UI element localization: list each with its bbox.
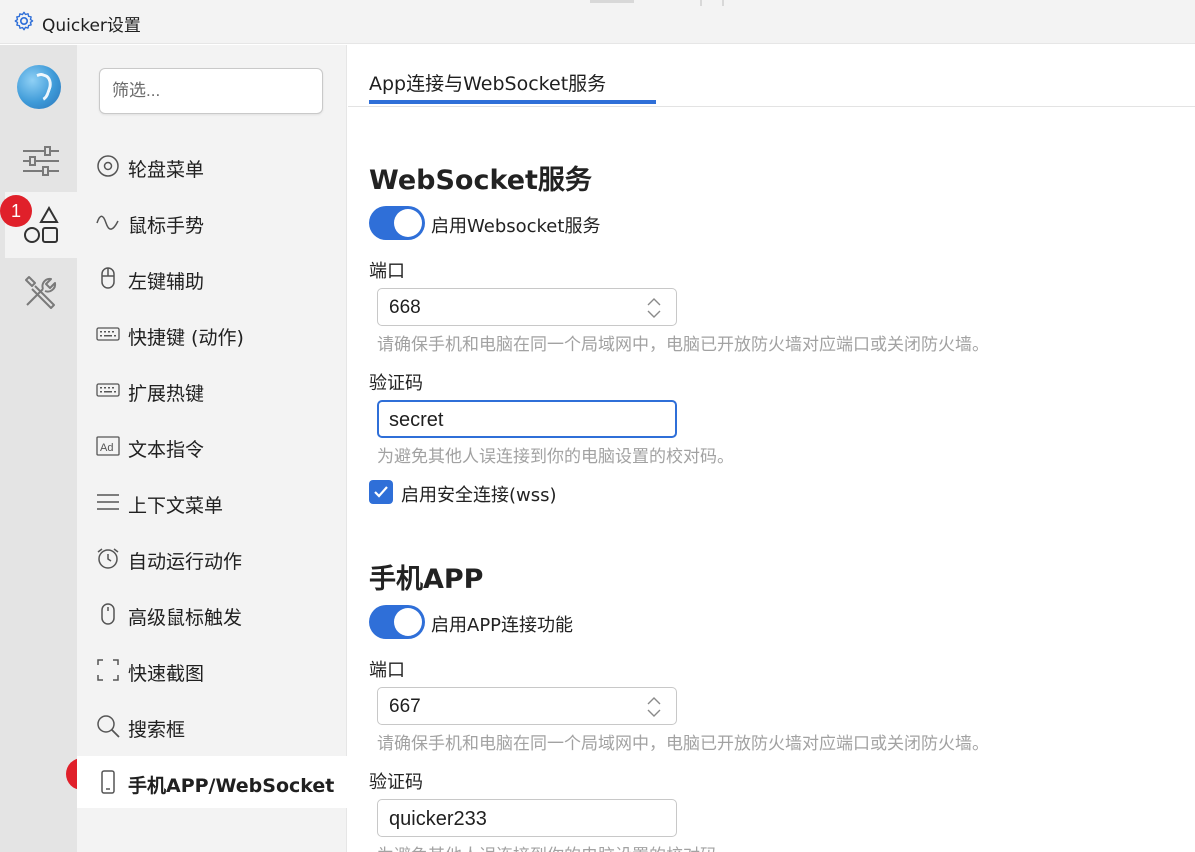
icon-rail — [0, 45, 77, 852]
rail-tools-button[interactable] — [5, 258, 77, 324]
websocket-toggle-label: 启用Websocket服务 — [431, 216, 601, 237]
websocket-port-stepper[interactable]: 668 — [377, 288, 677, 326]
filter-input[interactable] — [99, 68, 323, 114]
mobile-app-code-value: quicker233 — [389, 808, 487, 830]
nav-item-label: 快速截图 — [128, 663, 205, 685]
nav-item-advanced-mouse[interactable]: 高级鼠标触发 — [77, 590, 347, 638]
background-window-edge — [590, 0, 634, 3]
mobile-app-heading: 手机APP — [369, 564, 484, 595]
checkmark-icon — [374, 486, 388, 498]
secure-connection-label: 启用安全连接(wss) — [401, 485, 557, 506]
nav-item-hotkey-action[interactable]: 快捷键 (动作) — [77, 310, 347, 358]
title-bar: Quicker设置 — [0, 0, 1195, 44]
radio-circle-icon — [97, 155, 119, 177]
mobile-app-code-hint: 为避免其他人误连接到你的电脑设置的校对码。 — [377, 841, 734, 852]
websocket-port-hint: 请确保手机和电脑在同一个局域网中，电脑已开放防火墙对应端口或关闭防火墙。 — [377, 335, 989, 355]
nav-item-label: 搜索框 — [128, 719, 186, 741]
window-title: Quicker设置 — [42, 16, 141, 36]
spinner-arrows-icon[interactable] — [646, 294, 662, 322]
annotation-badge-1: 1 — [0, 195, 32, 227]
nav-item-text-command[interactable]: Ad 文本指令 — [77, 422, 347, 470]
nav-item-label: 手机APP/WebSocket — [128, 775, 335, 797]
mobile-app-port-value: 667 — [389, 696, 421, 717]
nav-item-mobile-app-websocket[interactable]: 手机APP/WebSocket — [77, 756, 347, 808]
websocket-code-input[interactable]: secret — [377, 400, 677, 438]
ad-icon: Ad — [96, 436, 120, 456]
nav-item-label: 文本指令 — [128, 439, 205, 461]
svg-text:Ad: Ad — [100, 442, 113, 454]
mobile-app-port-hint: 请确保手机和电脑在同一个局域网中，电脑已开放防火墙对应端口或关闭防火墙。 — [377, 734, 989, 754]
mobile-app-code-label: 验证码 — [369, 772, 423, 793]
nav-item-left-click-assist[interactable]: 左键辅助 — [77, 254, 347, 302]
websocket-code-label: 验证码 — [369, 373, 423, 394]
nav-item-label: 左键辅助 — [128, 271, 205, 293]
search-icon — [97, 715, 120, 738]
tab-bar: App连接与WebSocket服务 — [348, 45, 1195, 107]
websocket-port-value: 668 — [389, 297, 421, 318]
gear-icon — [14, 11, 34, 31]
nav-item-quick-screenshot[interactable]: 快速截图 — [77, 646, 347, 694]
nav-item-label: 上下文菜单 — [128, 495, 224, 517]
screenshot-frame-icon — [97, 659, 119, 681]
alarm-clock-icon — [97, 548, 119, 569]
mobile-app-code-input[interactable]: quicker233 — [377, 799, 677, 837]
settings-nav: 轮盘菜单 鼠标手势 左键辅助 快捷键 (动作) 扩展热键 Ad 文本指令 上下文… — [77, 45, 347, 852]
main-panel: App连接与WebSocket服务 WebSocket服务 启用Websocke… — [348, 45, 1195, 852]
nav-item-auto-run[interactable]: 自动运行动作 — [77, 534, 347, 582]
nav-item-label: 鼠标手势 — [128, 215, 205, 237]
mouse-icon — [101, 603, 115, 625]
tab-app-websocket[interactable]: App连接与WebSocket服务 — [369, 69, 606, 96]
nav-item-label: 高级鼠标触发 — [128, 607, 243, 629]
websocket-toggle[interactable] — [369, 206, 425, 240]
mouse-icon — [101, 267, 115, 289]
settings-sliders-icon — [23, 146, 59, 176]
mobile-app-port-stepper[interactable]: 667 — [377, 687, 677, 725]
mobile-app-toggle-label: 启用APP连接功能 — [431, 615, 574, 636]
websocket-heading: WebSocket服务 — [369, 165, 592, 196]
nav-item-wheel-menu[interactable]: 轮盘菜单 — [77, 142, 347, 190]
nav-item-label: 轮盘菜单 — [128, 159, 205, 181]
websocket-port-label: 端口 — [369, 261, 405, 282]
nav-item-label: 扩展热键 — [128, 383, 205, 405]
websocket-code-value: secret — [389, 409, 444, 431]
phone-icon — [101, 770, 115, 794]
nav-item-label: 自动运行动作 — [128, 551, 243, 573]
keyboard-icon — [96, 383, 120, 397]
rail-settings-button[interactable] — [5, 128, 77, 194]
avatar[interactable] — [17, 65, 61, 109]
keyboard-icon — [96, 327, 120, 341]
secure-connection-checkbox[interactable] — [369, 480, 393, 504]
nav-item-mouse-gesture[interactable]: 鼠标手势 — [77, 198, 347, 246]
websocket-code-hint: 为避免其他人误连接到你的电脑设置的校对码。 — [377, 447, 734, 467]
nav-item-label: 快捷键 (动作) — [128, 327, 244, 349]
nav-item-context-menu[interactable]: 上下文菜单 — [77, 478, 347, 526]
spinner-arrows-icon[interactable] — [646, 693, 662, 721]
menu-lines-icon — [97, 494, 119, 510]
nav-item-search-box[interactable]: 搜索框 — [77, 702, 347, 750]
background-window-edge — [700, 0, 724, 6]
wave-icon — [96, 215, 119, 230]
mobile-app-port-label: 端口 — [369, 660, 405, 681]
mobile-app-toggle[interactable] — [369, 605, 425, 639]
nav-item-extended-hotkey[interactable]: 扩展热键 — [77, 366, 347, 414]
tab-active-indicator — [369, 100, 656, 104]
tools-icon — [25, 276, 57, 309]
